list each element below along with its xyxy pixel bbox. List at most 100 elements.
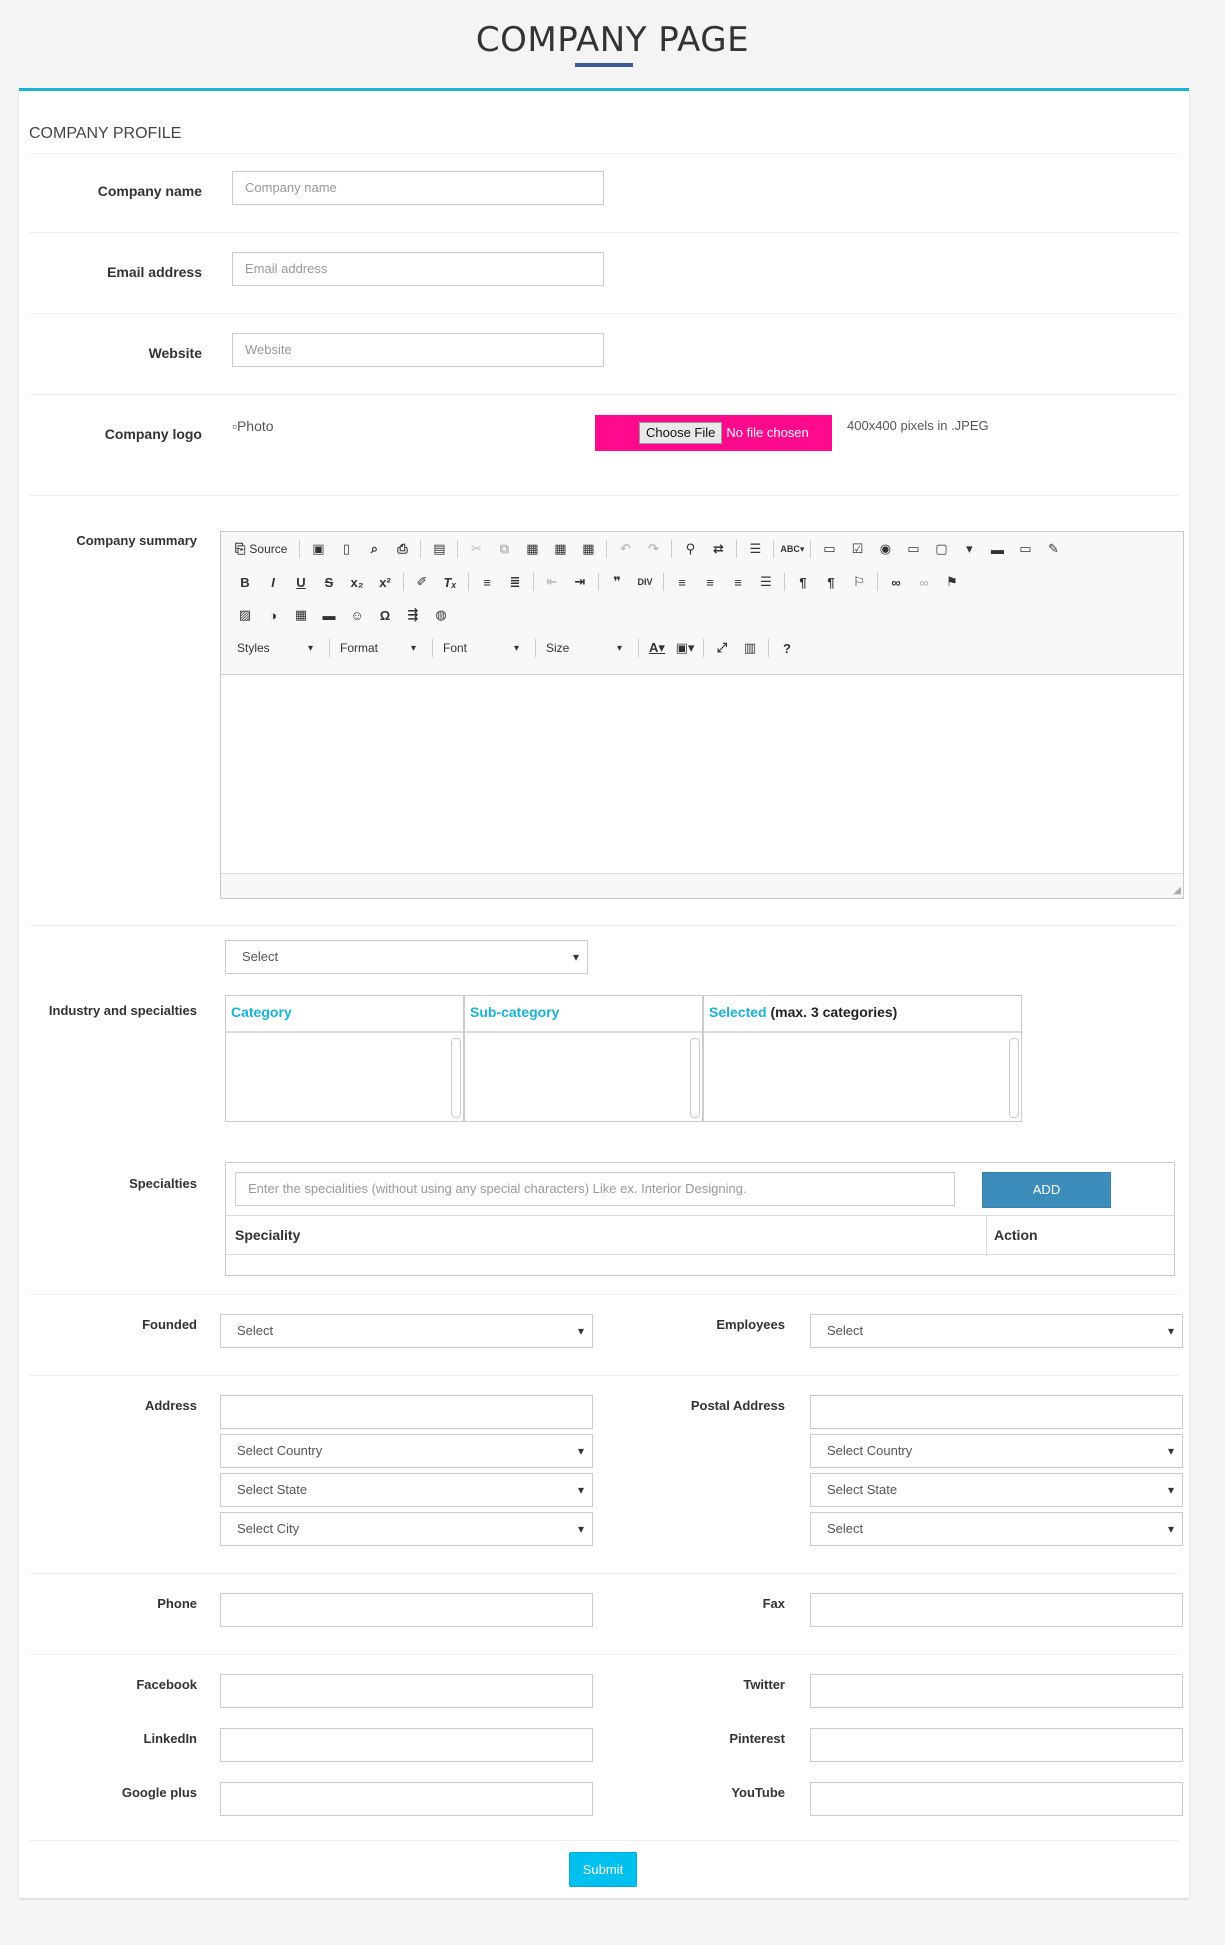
styles-combo[interactable]: Styles: [231, 637, 319, 659]
hr-icon[interactable]: ▬: [315, 603, 343, 627]
file-input[interactable]: Choose File No file chosen: [595, 415, 832, 451]
button-icon[interactable]: ▬: [983, 537, 1011, 561]
numbered-list-icon[interactable]: ≡: [473, 570, 501, 594]
textarea-icon[interactable]: ▢: [927, 537, 955, 561]
textfield-icon[interactable]: ▭: [899, 537, 927, 561]
table-icon[interactable]: ▦: [287, 603, 315, 627]
add-specialty-button[interactable]: ADD: [982, 1172, 1111, 1208]
selected-options[interactable]: [704, 1035, 1021, 1121]
replace-icon[interactable]: ⇄: [704, 537, 732, 561]
bulleted-list-icon[interactable]: ≣: [501, 570, 529, 594]
format-combo[interactable]: Format: [334, 637, 422, 659]
copy-icon[interactable]: ⧉: [490, 537, 518, 561]
hidden-field-icon[interactable]: ✎: [1039, 537, 1067, 561]
cut-icon[interactable]: ✂: [462, 537, 490, 561]
paste-icon[interactable]: ▦: [518, 537, 546, 561]
indent-icon[interactable]: ⇥: [566, 570, 594, 594]
image-button-icon[interactable]: ▭: [1011, 537, 1039, 561]
resize-handle-icon[interactable]: ◢: [1173, 885, 1181, 896]
show-blocks-icon[interactable]: ▥: [736, 636, 764, 660]
align-left-icon[interactable]: ≡: [668, 570, 696, 594]
copy-format-icon[interactable]: ✐: [408, 570, 436, 594]
redo-icon[interactable]: ↷: [639, 537, 667, 561]
bg-color-icon[interactable]: ▣▾: [671, 636, 699, 660]
undo-icon[interactable]: ↶: [611, 537, 639, 561]
font-combo[interactable]: Font: [437, 637, 525, 659]
facebook-input[interactable]: [220, 1674, 593, 1708]
remove-format-icon[interactable]: Tₓ: [436, 570, 464, 594]
align-right-icon[interactable]: ≡: [724, 570, 752, 594]
postal-address-input[interactable]: [810, 1395, 1183, 1429]
address-city-select[interactable]: Select City: [220, 1512, 593, 1546]
checkbox-icon[interactable]: ☑: [843, 537, 871, 561]
select-field-icon[interactable]: ▾: [955, 537, 983, 561]
special-char-icon[interactable]: Ω: [371, 603, 399, 627]
flash-icon[interactable]: ◑: [259, 603, 287, 627]
scrollbar[interactable]: [451, 1038, 461, 1118]
youtube-input[interactable]: [810, 1782, 1183, 1816]
postal-state-select[interactable]: Select State: [810, 1473, 1183, 1507]
founded-select[interactable]: Select: [220, 1314, 593, 1348]
iframe-icon[interactable]: ◍: [427, 603, 455, 627]
language-icon[interactable]: ⚐: [845, 570, 873, 594]
preview-icon[interactable]: ⌕: [360, 537, 388, 561]
rtl-icon[interactable]: ¶: [817, 570, 845, 594]
address-input[interactable]: [220, 1395, 593, 1429]
website-input[interactable]: Website: [232, 333, 604, 367]
underline-icon[interactable]: U: [287, 570, 315, 594]
linkedin-input[interactable]: [220, 1728, 593, 1762]
link-icon[interactable]: ∞: [882, 570, 910, 594]
subcategory-options[interactable]: [465, 1035, 702, 1121]
pinterest-input[interactable]: [810, 1728, 1183, 1762]
choose-file-button[interactable]: Choose File: [639, 422, 723, 444]
unlink-icon[interactable]: ∞: [910, 570, 938, 594]
bold-icon[interactable]: B: [231, 570, 259, 594]
phone-input[interactable]: [220, 1593, 593, 1627]
save-icon[interactable]: ▣: [304, 537, 332, 561]
image-icon[interactable]: ▨: [231, 603, 259, 627]
text-color-icon[interactable]: A▾: [643, 636, 671, 660]
googleplus-input[interactable]: [220, 1782, 593, 1816]
editor-content-area[interactable]: [221, 674, 1183, 874]
ltr-icon[interactable]: ¶: [789, 570, 817, 594]
scrollbar[interactable]: [690, 1038, 700, 1118]
div-icon[interactable]: DIV: [631, 570, 659, 594]
scrollbar[interactable]: [1009, 1038, 1019, 1118]
postal-city-select[interactable]: Select: [810, 1512, 1183, 1546]
category-options[interactable]: [226, 1035, 463, 1121]
justify-icon[interactable]: ☰: [752, 570, 780, 594]
company-name-input[interactable]: Company name: [232, 171, 604, 205]
help-icon[interactable]: ?: [773, 636, 801, 660]
source-button[interactable]: ⎘ Source: [231, 537, 295, 561]
submit-button[interactable]: Submit: [569, 1852, 637, 1887]
smiley-icon[interactable]: ☺: [343, 603, 371, 627]
anchor-icon[interactable]: ⚑: [938, 570, 966, 594]
radio-icon[interactable]: ◉: [871, 537, 899, 561]
postal-country-select[interactable]: Select Country: [810, 1434, 1183, 1468]
spellcheck-icon[interactable]: ABC▾: [778, 537, 806, 561]
fax-input[interactable]: [810, 1593, 1183, 1627]
page-break-icon[interactable]: ⇶: [399, 603, 427, 627]
strike-icon[interactable]: S: [315, 570, 343, 594]
blockquote-icon[interactable]: ❞: [603, 570, 631, 594]
outdent-icon[interactable]: ⇤: [538, 570, 566, 594]
size-combo[interactable]: Size: [540, 637, 628, 659]
superscript-icon[interactable]: x²: [371, 570, 399, 594]
paste-text-icon[interactable]: ▦: [546, 537, 574, 561]
templates-icon[interactable]: ▤: [425, 537, 453, 561]
subscript-icon[interactable]: x₂: [343, 570, 371, 594]
specialty-input[interactable]: Enter the specialities (without using an…: [235, 1172, 955, 1206]
print-icon[interactable]: ⎙: [388, 537, 416, 561]
industry-select[interactable]: Select: [225, 940, 588, 974]
twitter-input[interactable]: [810, 1674, 1183, 1708]
form-icon[interactable]: ▭: [815, 537, 843, 561]
paste-word-icon[interactable]: ▦: [574, 537, 602, 561]
address-state-select[interactable]: Select State: [220, 1473, 593, 1507]
employees-select[interactable]: Select: [810, 1314, 1183, 1348]
align-center-icon[interactable]: ≡: [696, 570, 724, 594]
address-country-select[interactable]: Select Country: [220, 1434, 593, 1468]
italic-icon[interactable]: I: [259, 570, 287, 594]
select-all-icon[interactable]: ☰: [741, 537, 769, 561]
new-page-icon[interactable]: ▯: [332, 537, 360, 561]
email-input[interactable]: Email address: [232, 252, 604, 286]
